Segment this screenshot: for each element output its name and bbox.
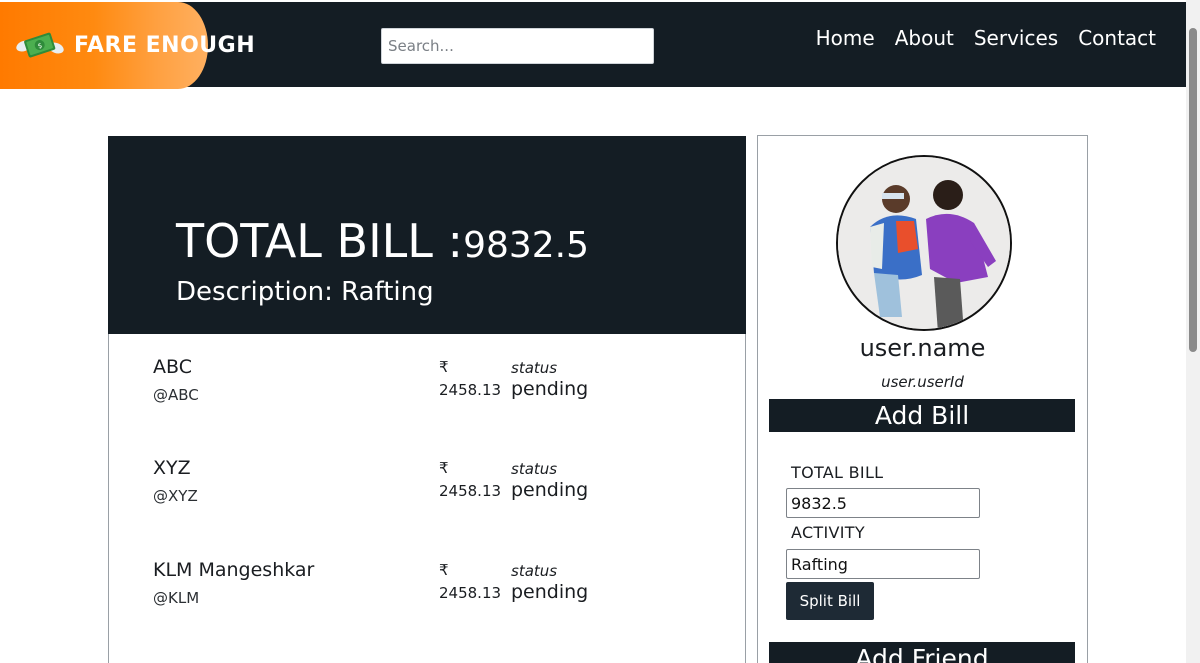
status-label: status xyxy=(511,562,558,580)
list-item: KLM Mangeshkar @KLM ₹ 2458.13 status pen… xyxy=(109,559,745,639)
member-name: KLM Mangeshkar xyxy=(153,559,315,581)
total-bill-field-label: TOTAL BILL xyxy=(791,463,884,482)
brand-name[interactable]: FARE ENOUGH xyxy=(74,33,255,58)
bill-description: Description: Rafting xyxy=(176,277,434,307)
nav-link-home[interactable]: Home xyxy=(816,26,875,50)
user-id: user.userId xyxy=(881,373,964,391)
rupee-symbol: ₹ xyxy=(439,358,449,376)
flying-money-icon[interactable]: $ xyxy=(16,26,64,64)
member-handle: @KLM xyxy=(153,589,200,607)
split-bill-button[interactable]: Split Bill xyxy=(786,582,874,620)
member-handle: @XYZ xyxy=(153,487,198,505)
list-item: ABC @ABC ₹ 2458.13 status pending xyxy=(109,356,745,436)
add-bill-title: Add Bill xyxy=(769,399,1075,432)
nav-link-services[interactable]: Services xyxy=(974,26,1058,50)
member-handle: @ABC xyxy=(153,386,199,404)
total-bill-value: 9832.5 xyxy=(463,225,590,266)
status-label: status xyxy=(511,460,558,478)
status-label: status xyxy=(511,359,558,377)
profile-panel: user.name user.userId Add Bill TOTAL BIL… xyxy=(757,135,1088,663)
scrollbar-thumb[interactable] xyxy=(1189,28,1197,352)
member-amount: 2458.13 xyxy=(439,482,502,500)
total-bill-label: TOTAL BILL : xyxy=(176,214,464,268)
status-value: pending xyxy=(511,581,589,603)
activity-field-label: ACTIVITY xyxy=(791,523,865,542)
total-bill-field[interactable] xyxy=(786,488,980,518)
split-list: ABC @ABC ₹ 2458.13 status pending XYZ @X… xyxy=(108,334,746,663)
member-name: XYZ xyxy=(153,457,191,479)
total-bill: TOTAL BILL :9832.5 xyxy=(176,214,589,268)
rupee-symbol: ₹ xyxy=(439,459,449,477)
member-amount: 2458.13 xyxy=(439,584,502,602)
search-input[interactable] xyxy=(381,28,654,64)
status-value: pending xyxy=(511,479,589,501)
avatar xyxy=(836,155,1012,331)
add-friend-title: Add Friend xyxy=(769,642,1075,663)
nav-link-contact[interactable]: Contact xyxy=(1078,26,1156,50)
rupee-symbol: ₹ xyxy=(439,561,449,579)
activity-field[interactable] xyxy=(786,549,980,579)
bill-summary-panel: TOTAL BILL :9832.5 Description: Rafting xyxy=(108,136,746,334)
list-item: XYZ @XYZ ₹ 2458.13 status pending xyxy=(109,457,745,537)
nav-links: Home About Services Contact xyxy=(816,26,1156,50)
page-scrollbar[interactable] xyxy=(1186,0,1200,663)
status-value: pending xyxy=(511,378,589,400)
member-amount: 2458.13 xyxy=(439,381,502,399)
navbar: $ FARE ENOUGH Home About Services Contac… xyxy=(0,0,1186,89)
member-name: ABC xyxy=(153,356,192,378)
nav-link-about[interactable]: About xyxy=(895,26,954,50)
user-name: user.name xyxy=(859,334,986,362)
